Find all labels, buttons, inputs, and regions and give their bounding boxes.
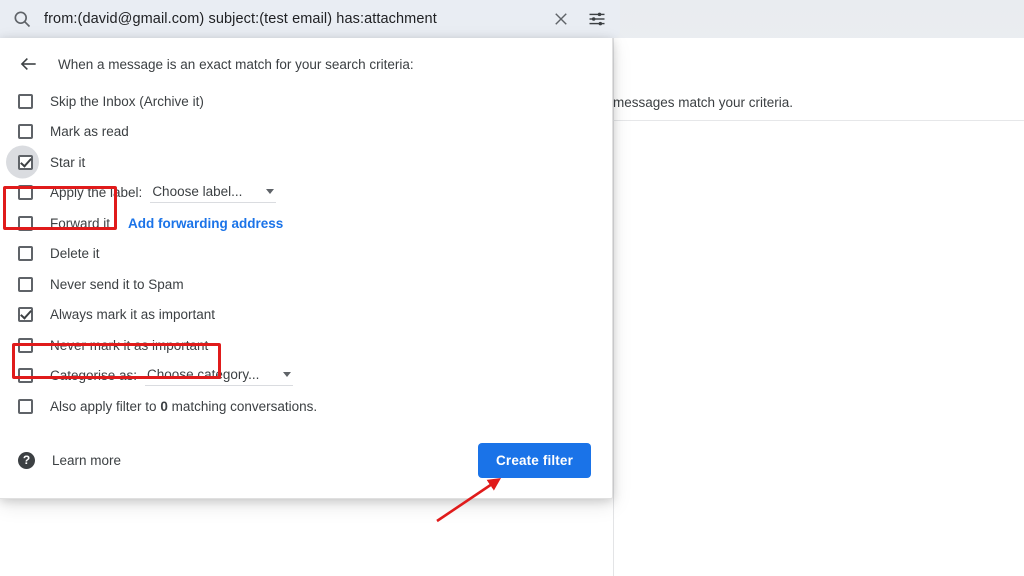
choose-label-value: Choose label...	[152, 184, 243, 200]
checkbox-apply-label[interactable]	[18, 185, 33, 201]
option-label-never-spam: Never send it to Spam	[50, 276, 184, 292]
dialog-header: When a message is an exact match for you…	[0, 38, 612, 72]
create-filter-dialog: When a message is an exact match for you…	[0, 38, 613, 499]
apply-matching-suffix: matching conversations.	[167, 398, 318, 414]
learn-more-group[interactable]: ? Learn more	[18, 451, 121, 469]
option-label-never-important: Never mark it as important	[50, 337, 209, 353]
background-divider	[613, 120, 1024, 121]
option-label-forward-it: Forward it	[50, 215, 111, 231]
option-row-apply-to-matching[interactable]: Also apply filter to 0 matching conversa…	[0, 391, 612, 422]
option-label-delete-it: Delete it	[50, 246, 100, 262]
chevron-down-icon	[283, 372, 292, 378]
create-filter-button[interactable]: Create filter	[478, 442, 591, 478]
chevron-down-icon	[266, 189, 275, 195]
add-forwarding-address-link[interactable]: Add forwarding address	[128, 216, 283, 231]
checkbox-never-spam[interactable]	[18, 276, 33, 292]
learn-more-link[interactable]: Learn more	[52, 453, 121, 468]
checkbox-categorise-as[interactable]	[18, 368, 33, 384]
dialog-footer: ? Learn more Create filter	[0, 422, 612, 498]
option-row-apply-label[interactable]: Apply the label: Choose label...	[0, 178, 612, 209]
apply-matching-prefix: Also apply filter to	[50, 398, 161, 414]
option-row-delete-it[interactable]: Delete it	[0, 239, 612, 270]
option-row-never-important[interactable]: Never mark it as important	[0, 330, 612, 361]
search-input[interactable]: from:(david@gmail.com) subject:(test ema…	[44, 11, 550, 27]
search-icon	[12, 9, 32, 29]
checkbox-always-important[interactable]	[18, 307, 33, 323]
checkbox-skip-inbox[interactable]	[18, 93, 33, 109]
option-label-star-it: Star it	[50, 154, 86, 170]
checkbox-mark-as-read[interactable]	[18, 124, 33, 140]
choose-label-dropdown[interactable]: Choose label...	[150, 182, 277, 204]
checkbox-star-it[interactable]	[18, 154, 33, 170]
option-label-apply-to-matching: Also apply filter to 0 matching conversa…	[50, 399, 317, 414]
background-panel-edge	[613, 38, 614, 576]
choose-category-dropdown[interactable]: Choose category...	[145, 365, 294, 387]
option-label-categorise-as: Categorise as:	[50, 368, 138, 384]
background-match-message: messages match your criteria.	[613, 95, 794, 110]
arrow-left-icon[interactable]	[18, 53, 40, 75]
filter-options-list: Skip the Inbox (Archive it) Mark as read…	[0, 72, 612, 422]
option-label-mark-as-read: Mark as read	[50, 124, 129, 140]
dialog-header-text: When a message is an exact match for you…	[58, 56, 414, 72]
search-bar[interactable]: from:(david@gmail.com) subject:(test ema…	[0, 0, 620, 38]
matching-count: 0	[160, 398, 168, 414]
option-row-star-it[interactable]: Star it	[0, 145, 612, 179]
checkbox-apply-to-matching[interactable]	[18, 398, 33, 414]
checkbox-forward-it[interactable]	[18, 215, 33, 231]
option-label-apply-label: Apply the label:	[50, 185, 143, 201]
option-row-mark-as-read[interactable]: Mark as read	[0, 117, 612, 148]
option-label-skip-inbox: Skip the Inbox (Archive it)	[50, 93, 204, 109]
option-row-always-important[interactable]: Always mark it as important	[0, 300, 612, 331]
close-icon[interactable]	[550, 8, 572, 30]
option-row-never-spam[interactable]: Never send it to Spam	[0, 269, 612, 300]
tune-icon[interactable]	[586, 8, 608, 30]
checkbox-delete-it[interactable]	[18, 246, 33, 262]
checkbox-never-important[interactable]	[18, 337, 33, 353]
option-row-skip-inbox[interactable]: Skip the Inbox (Archive it)	[0, 86, 612, 117]
choose-category-value: Choose category...	[147, 367, 260, 383]
help-icon: ?	[18, 451, 35, 469]
option-label-always-important: Always mark it as important	[50, 307, 216, 323]
option-row-forward-it[interactable]: Forward it Add forwarding address	[0, 208, 612, 239]
option-row-categorise-as[interactable]: Categorise as: Choose category...	[0, 361, 612, 392]
